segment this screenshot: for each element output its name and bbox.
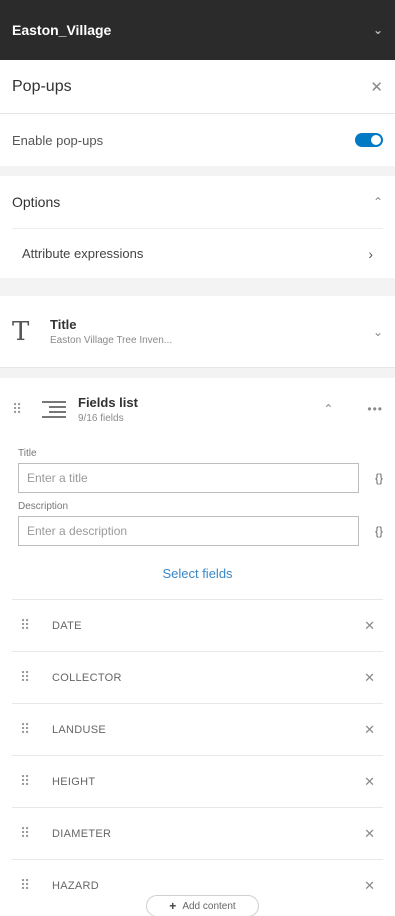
- title-element[interactable]: T Title Easton Village Tree Inven... ⌄: [0, 296, 395, 368]
- chevron-down-icon[interactable]: ⌄: [373, 325, 383, 339]
- divider: [0, 368, 395, 378]
- attribute-expressions-label: Attribute expressions: [22, 246, 144, 261]
- drag-handle-icon[interactable]: ⠿: [20, 877, 36, 894]
- enable-popups-toggle[interactable]: [355, 133, 383, 147]
- chevron-up-icon[interactable]: ⌃: [323, 402, 333, 416]
- field-name: DIAMETER: [52, 827, 112, 840]
- fields-list-icon: [42, 398, 66, 421]
- more-options-icon[interactable]: •••: [367, 402, 383, 416]
- drag-handle-icon[interactable]: ⠿: [20, 617, 36, 634]
- remove-icon[interactable]: ✕: [364, 774, 375, 790]
- close-icon[interactable]: ✕: [370, 78, 383, 96]
- options-section: Options ⌃ Attribute expressions ›: [0, 176, 395, 278]
- fields-list-summary: 9/16 fields: [78, 412, 124, 424]
- insert-expression-icon[interactable]: {}: [359, 471, 383, 485]
- field-name: HAZARD: [52, 879, 100, 892]
- fields-list-text: Fields list 9/16 fields: [78, 395, 138, 424]
- enable-popups-row: Enable pop-ups: [0, 114, 395, 166]
- field-item-landuse[interactable]: ⠿ LANDUSE ✕: [12, 703, 383, 755]
- title-field-label: Title: [18, 448, 37, 459]
- enable-popups-label: Enable pop-ups: [12, 132, 104, 148]
- description-input[interactable]: Enter a description: [18, 516, 359, 546]
- drag-handle-icon[interactable]: ⠿: [20, 721, 36, 738]
- title-input-row: Enter a title {}: [0, 463, 395, 493]
- attribute-expressions-button[interactable]: Attribute expressions ›: [12, 228, 383, 278]
- chevron-up-icon[interactable]: ⌃: [373, 195, 383, 209]
- field-item-date[interactable]: ⠿ DATE ✕: [12, 599, 383, 651]
- options-header[interactable]: Options ⌃: [0, 176, 395, 228]
- select-fields-link[interactable]: Select fields: [0, 546, 395, 599]
- text-icon: T: [12, 316, 30, 347]
- remove-icon[interactable]: ✕: [364, 878, 375, 894]
- layer-name: Easton_Village: [12, 22, 112, 38]
- drag-handle-icon[interactable]: ⠿: [12, 401, 28, 418]
- remove-icon[interactable]: ✕: [364, 670, 375, 686]
- field-item-height[interactable]: ⠿ HEIGHT ✕: [12, 755, 383, 807]
- fields-list-label: Fields list: [78, 394, 138, 410]
- title-element-label: Title: [50, 317, 77, 332]
- fields-list-header[interactable]: ⠿ Fields list 9/16 fields ⌃ •••: [0, 378, 395, 440]
- field-name: HEIGHT: [52, 775, 96, 788]
- field-name: LANDUSE: [52, 723, 107, 736]
- options-title: Options: [12, 194, 61, 210]
- divider: [0, 286, 395, 296]
- field-item-diameter[interactable]: ⠿ DIAMETER ✕: [12, 807, 383, 859]
- chevron-down-icon[interactable]: ⌄: [373, 23, 383, 37]
- add-content-label: Add content: [182, 900, 236, 912]
- remove-icon[interactable]: ✕: [364, 826, 375, 842]
- title-input[interactable]: Enter a title: [18, 463, 359, 493]
- plus-icon: +: [169, 899, 177, 913]
- description-input-row: Enter a description {}: [0, 516, 395, 546]
- field-item-collector[interactable]: ⠿ COLLECTOR ✕: [12, 651, 383, 703]
- drag-handle-icon[interactable]: ⠿: [20, 773, 36, 790]
- field-name: DATE: [52, 619, 82, 632]
- title-element-text: Title Easton Village Tree Inven...: [50, 317, 172, 346]
- field-name: COLLECTOR: [52, 671, 122, 684]
- panel-header: Pop-ups ✕: [0, 60, 395, 114]
- drag-handle-icon[interactable]: ⠿: [20, 669, 36, 686]
- add-content-button[interactable]: + Add content: [146, 895, 259, 916]
- remove-icon[interactable]: ✕: [364, 618, 375, 634]
- insert-expression-icon[interactable]: {}: [359, 524, 383, 538]
- panel-title: Pop-ups: [12, 77, 72, 95]
- chevron-right-icon: ›: [368, 245, 373, 262]
- description-field-label: Description: [18, 501, 69, 512]
- layer-title-bar[interactable]: Easton_Village ⌄: [0, 0, 395, 60]
- remove-icon[interactable]: ✕: [364, 722, 375, 738]
- fields-list-element: ⠿ Fields list 9/16 fields ⌃ ••• Title En…: [0, 378, 395, 916]
- divider: [0, 166, 395, 176]
- drag-handle-icon[interactable]: ⠿: [20, 825, 36, 842]
- title-element-summary: Easton Village Tree Inven...: [50, 335, 173, 346]
